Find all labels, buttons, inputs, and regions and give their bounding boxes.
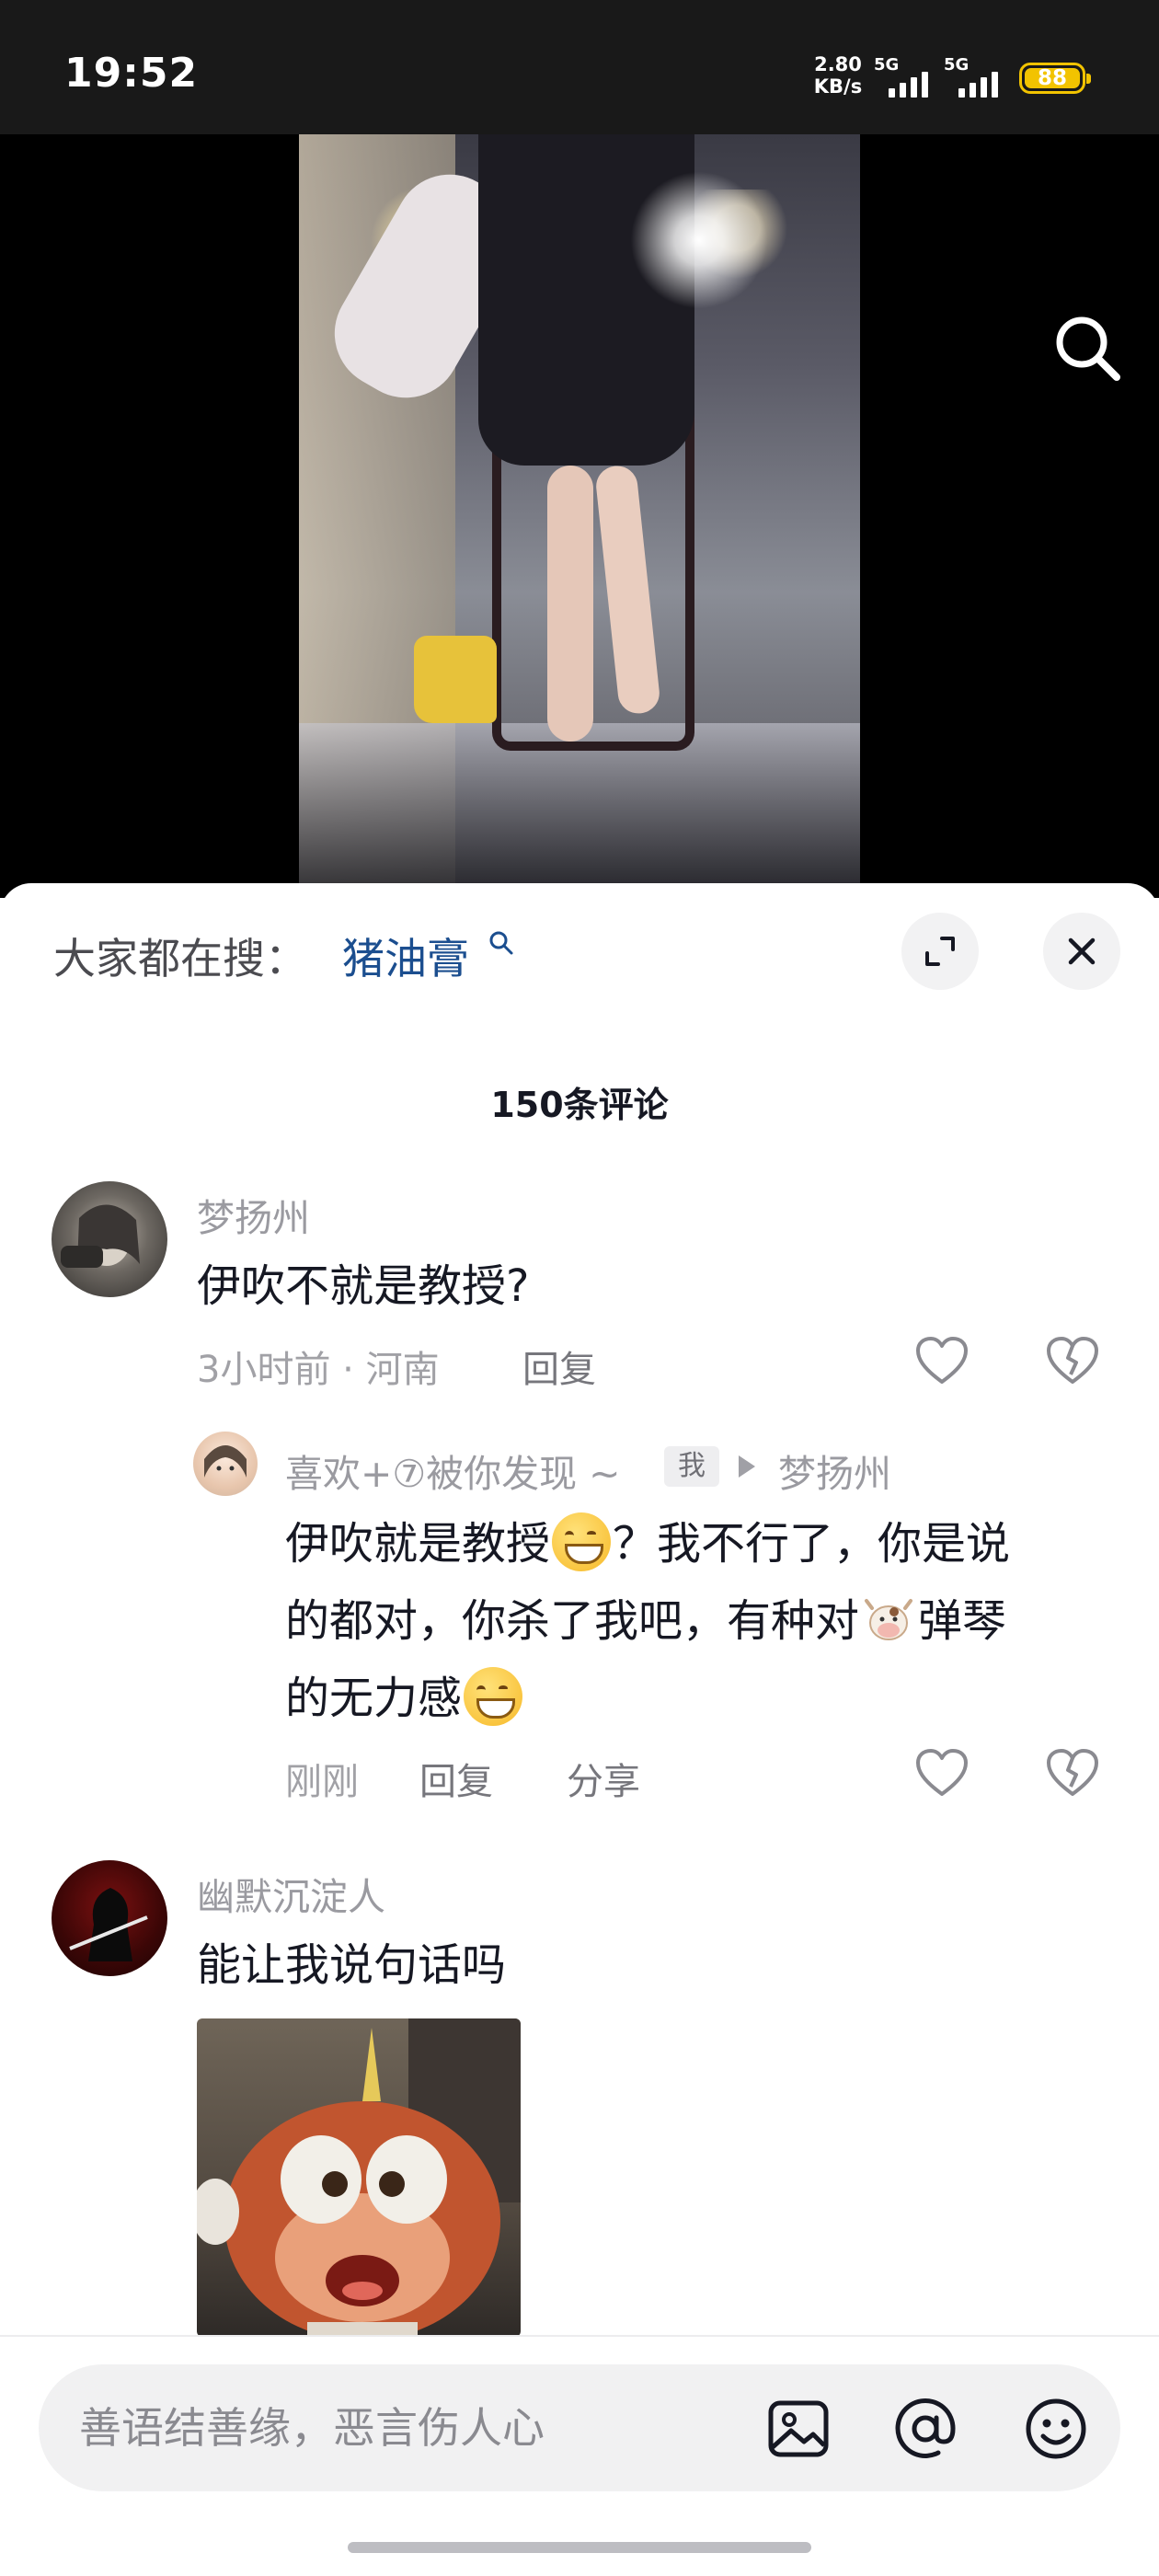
reply-text-line-2: 的都对，你杀了我吧，有种对 弹琴 xyxy=(285,1582,1006,1660)
cow-emoji-icon xyxy=(861,1592,916,1647)
signal-1-icon: 5G xyxy=(874,55,936,98)
broken-heart-icon[interactable] xyxy=(1043,1744,1102,1803)
share-button[interactable]: 分享 xyxy=(567,1752,640,1805)
at-icon[interactable] xyxy=(889,2392,962,2466)
comment-panel xyxy=(0,883,1159,2576)
grin-emoji-icon xyxy=(464,1667,523,1726)
reply-reply-button[interactable]: 回复 xyxy=(419,1752,493,1805)
broken-heart-icon[interactable] xyxy=(1043,1332,1102,1391)
hot-search-link[interactable]: 猪油膏 xyxy=(342,926,469,986)
comment-meta: 3小时前 · 河南 xyxy=(197,1349,440,1391)
close-button[interactable] xyxy=(1043,913,1120,990)
reply-text-1a: 伊吹就是教授 xyxy=(285,1518,551,1570)
search-small-icon xyxy=(488,929,515,957)
search-icon[interactable] xyxy=(1049,309,1128,388)
hot-search-prefix: 大家都在搜： xyxy=(53,934,307,983)
battery-icon: 88 xyxy=(1019,63,1091,94)
reply-username[interactable]: 喜欢+⑦被你发现 ~ xyxy=(285,1443,621,1498)
reply-arrow-icon xyxy=(739,1455,755,1478)
reply-text-2a: 的都对，你杀了我吧，有种对 xyxy=(285,1595,860,1647)
reply-text-line-3: 的无力感 xyxy=(285,1660,524,1737)
reply-time: 刚刚 xyxy=(285,1761,359,1803)
close-icon xyxy=(1068,937,1096,965)
status-time: 19:52 xyxy=(64,50,199,97)
video-player[interactable] xyxy=(0,134,1159,898)
heart-icon[interactable] xyxy=(912,1332,971,1391)
heart-icon[interactable] xyxy=(912,1744,971,1803)
network-speed: 2.80 KB/s xyxy=(808,53,868,98)
me-tag: 我 xyxy=(664,1446,719,1487)
signal-2-icon: 5G xyxy=(944,55,1006,98)
reply-button[interactable]: 回复 xyxy=(522,1340,596,1393)
emoji-icon[interactable] xyxy=(1019,2392,1093,2466)
comment-username[interactable]: 梦扬州 xyxy=(197,1187,310,1242)
reply-avatar[interactable] xyxy=(193,1432,258,1496)
avatar[interactable] xyxy=(52,1181,167,1297)
comment-count: 150条评论 xyxy=(490,1085,669,1125)
network-speed-unit: KB/s xyxy=(813,75,863,98)
image-icon[interactable] xyxy=(762,2392,835,2466)
reply-text-line-1: 伊吹就是教授 ？我不行了，你是说 xyxy=(285,1505,1010,1582)
avatar[interactable] xyxy=(52,1860,167,1976)
reply-text-3: 的无力感 xyxy=(285,1673,463,1724)
home-indicator[interactable] xyxy=(348,2542,811,2553)
reply-text-1b: ？我不行了，你是说 xyxy=(613,1518,1011,1570)
comment-input[interactable] xyxy=(79,2392,705,2464)
network-speed-value: 2.80 xyxy=(814,53,862,75)
reply-text-2b: 弹琴 xyxy=(918,1595,1007,1647)
comment-sticker-image[interactable] xyxy=(197,2018,521,2337)
comment-username[interactable]: 幽默沉淀人 xyxy=(197,1866,385,1921)
comment-text: 伊吹不就是教授? xyxy=(197,1260,530,1312)
reply-to-username[interactable]: 梦扬州 xyxy=(778,1443,891,1498)
battery-level: 88 xyxy=(1025,68,1080,89)
expand-icon xyxy=(925,937,955,966)
expand-button[interactable] xyxy=(901,913,979,990)
status-bar: 19:52 2.80 KB/s 5G 5G 88 xyxy=(0,0,1159,134)
comment-text: 能让我说句话吗 xyxy=(197,1939,507,1991)
grin-emoji-icon xyxy=(552,1512,612,1571)
video-frame xyxy=(299,134,860,898)
